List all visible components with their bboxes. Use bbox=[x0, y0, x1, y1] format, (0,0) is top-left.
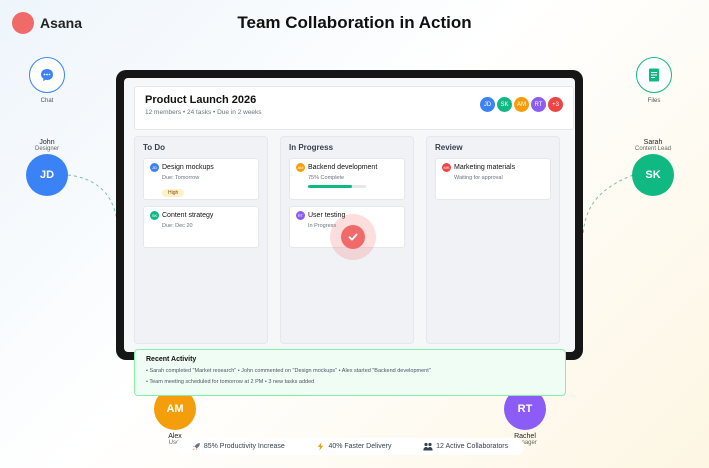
chat-label: Chat bbox=[40, 98, 54, 104]
task-assignee: SK bbox=[150, 211, 159, 220]
check-circle bbox=[341, 225, 365, 249]
progress-fill bbox=[308, 185, 352, 188]
column-review: Review MK Marketing materials Waiting fo… bbox=[426, 136, 560, 344]
activity-title: Recent Activity bbox=[146, 356, 197, 363]
member-avatar[interactable]: RT bbox=[531, 97, 546, 112]
task-status: Waiting for approval bbox=[454, 175, 503, 181]
project-header: Product Launch 2026 12 members • 24 task… bbox=[134, 86, 574, 130]
member-avatar[interactable]: SK bbox=[497, 97, 512, 112]
member-avatar[interactable]: AM bbox=[514, 97, 529, 112]
checkmark-icon bbox=[348, 233, 358, 241]
rocket-icon bbox=[192, 443, 200, 451]
task-assignee: RT bbox=[296, 211, 305, 220]
progress-bar bbox=[308, 185, 366, 188]
chat-bubble-icon bbox=[41, 69, 53, 81]
column-todo: To Do JD Design mockups Due: Tomorrow Hi… bbox=[134, 136, 268, 344]
task-title: Content strategy bbox=[162, 212, 214, 219]
task-card[interactable]: JD Design mockups Due: Tomorrow High bbox=[143, 158, 259, 200]
task-card[interactable]: AM Backend development 75% Complete bbox=[289, 158, 405, 200]
person-sarah[interactable]: Sarah Content Lead SK bbox=[613, 139, 693, 196]
column-title: In Progress bbox=[289, 143, 334, 152]
member-avatars: JD SK AM RT +3 bbox=[480, 97, 563, 112]
stat-collaborators: 12 Active Collaborators bbox=[423, 442, 508, 451]
task-status: 75% Complete bbox=[308, 175, 345, 181]
task-complete-indicator[interactable] bbox=[330, 214, 376, 260]
avatar: JD bbox=[26, 154, 68, 196]
lightning-icon bbox=[318, 442, 324, 451]
page-title: Team Collaboration in Action bbox=[237, 13, 472, 32]
task-due: Due: Tomorrow bbox=[162, 175, 200, 181]
team-icon bbox=[423, 442, 433, 451]
task-card[interactable]: MK Marketing materials Waiting for appro… bbox=[435, 158, 551, 200]
column-title: To Do bbox=[143, 143, 166, 152]
stats-bar: 85% Productivity Increase 40% Faster Del… bbox=[176, 438, 524, 455]
files-app[interactable]: Files bbox=[624, 57, 684, 104]
task-title: Design mockups bbox=[162, 164, 214, 171]
files-label: Files bbox=[647, 98, 661, 104]
priority-tag: High bbox=[162, 189, 185, 197]
task-assignee: AM bbox=[296, 163, 305, 172]
person-role: Designer bbox=[34, 146, 59, 152]
stat-label: 12 Active Collaborators bbox=[436, 443, 509, 450]
files-circle bbox=[636, 57, 672, 93]
chat-circle bbox=[29, 57, 65, 93]
person-name: Sarah bbox=[643, 139, 663, 146]
task-assignee: JD bbox=[150, 163, 159, 172]
task-assignee: MK bbox=[442, 163, 451, 172]
document-icon bbox=[649, 68, 659, 82]
stat-delivery: 40% Faster Delivery bbox=[316, 442, 391, 451]
task-title: Backend development bbox=[308, 164, 378, 171]
stat-productivity: 85% Productivity Increase bbox=[192, 442, 285, 451]
stat-label: 40% Faster Delivery bbox=[328, 443, 392, 450]
stat-label: 85% Productivity Increase bbox=[203, 443, 285, 450]
person-role: Content Lead bbox=[634, 146, 672, 152]
activity-line: • Sarah completed "Market research" • Jo… bbox=[146, 368, 431, 374]
recent-activity-panel: Recent Activity • Sarah completed "Marke… bbox=[134, 349, 566, 396]
person-john[interactable]: John Designer JD bbox=[7, 139, 87, 196]
column-title: Review bbox=[435, 143, 463, 152]
person-name: John bbox=[39, 139, 55, 146]
monitor-frame: Product Launch 2026 12 members • 24 task… bbox=[116, 70, 583, 360]
task-card[interactable]: SK Content strategy Due: Dec 20 bbox=[143, 206, 259, 248]
more-members-badge[interactable]: +3 bbox=[548, 97, 563, 112]
activity-line: • Team meeting scheduled for tomorrow at… bbox=[146, 379, 315, 385]
chat-app[interactable]: Chat bbox=[17, 57, 77, 104]
project-screen: Product Launch 2026 12 members • 24 task… bbox=[124, 78, 575, 352]
task-due: Due: Dec 20 bbox=[162, 223, 193, 229]
task-title: Marketing materials bbox=[454, 164, 516, 171]
member-avatar[interactable]: JD bbox=[480, 97, 495, 112]
avatar: SK bbox=[632, 154, 674, 196]
